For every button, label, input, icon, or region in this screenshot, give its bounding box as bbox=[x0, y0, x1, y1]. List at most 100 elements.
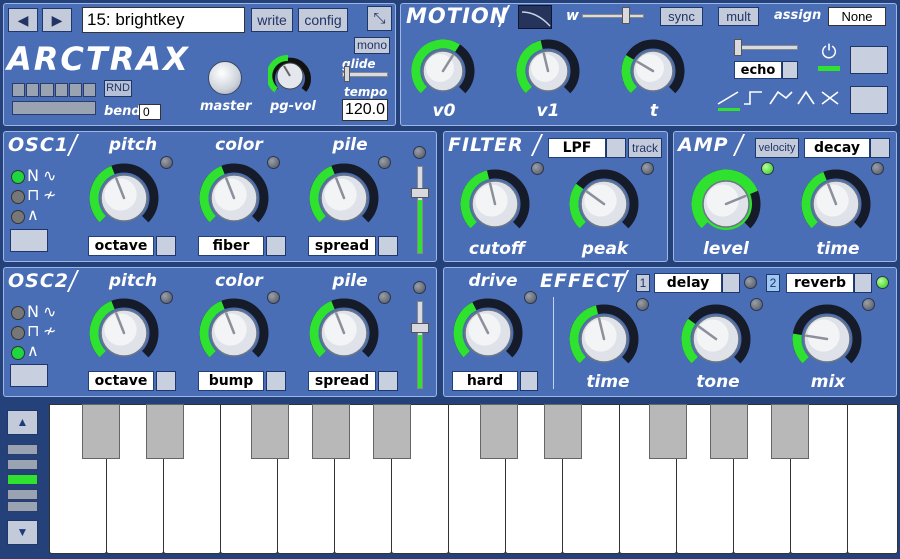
osc2-spread-toggle[interactable] bbox=[378, 371, 398, 391]
power-icon[interactable]: ⏻ bbox=[818, 42, 840, 64]
black-key[interactable] bbox=[544, 404, 582, 459]
keyboard[interactable] bbox=[49, 404, 898, 556]
motion-curve-display[interactable] bbox=[518, 5, 552, 29]
drive-mode-toggle[interactable] bbox=[520, 371, 538, 391]
mix-knob[interactable] bbox=[791, 303, 863, 380]
motion-aux-button-1[interactable] bbox=[850, 46, 888, 74]
black-key[interactable] bbox=[710, 404, 748, 459]
black-key[interactable] bbox=[82, 404, 120, 459]
config-button[interactable]: config bbox=[298, 8, 348, 32]
pg-vol-knob[interactable] bbox=[266, 54, 312, 98]
osc1-color-knob[interactable] bbox=[198, 162, 270, 239]
amp-time-knob[interactable] bbox=[800, 168, 872, 245]
master-knob[interactable] bbox=[208, 61, 242, 95]
write-button[interactable]: write bbox=[251, 8, 293, 32]
effect-slot-1-select[interactable]: delay bbox=[654, 273, 722, 293]
osc1-octave-toggle[interactable] bbox=[156, 236, 176, 256]
bend-value-field[interactable]: 0 bbox=[139, 104, 161, 120]
track-button[interactable]: track bbox=[628, 138, 662, 158]
bend-label: bend bbox=[104, 104, 141, 119]
level-knob[interactable] bbox=[690, 168, 762, 245]
octave-up-button[interactable]: ▲ bbox=[7, 410, 38, 435]
drive-label: drive bbox=[468, 271, 518, 291]
black-key[interactable] bbox=[649, 404, 687, 459]
osc2-bump-select[interactable]: bump bbox=[198, 371, 264, 391]
mult-button[interactable]: mult bbox=[718, 7, 759, 26]
osc1-title: OSC1 bbox=[8, 134, 69, 156]
osc1-aux-button[interactable] bbox=[10, 229, 48, 252]
assign-select[interactable]: None bbox=[828, 7, 886, 26]
rnd-button[interactable]: RND bbox=[104, 80, 132, 97]
mono-button[interactable]: mono bbox=[354, 37, 390, 54]
peak-knob[interactable] bbox=[568, 168, 640, 245]
effect-slot-2-led[interactable] bbox=[876, 276, 889, 289]
v1-knob[interactable] bbox=[515, 38, 581, 109]
osc2-color-knob[interactable] bbox=[198, 297, 270, 374]
collapse-icon[interactable]: ⤡ bbox=[367, 6, 392, 31]
osc1-spread-select[interactable]: spread bbox=[308, 236, 376, 256]
w-slider-thumb[interactable] bbox=[622, 7, 630, 24]
motion-aux-button-2[interactable] bbox=[850, 86, 888, 114]
black-key[interactable] bbox=[312, 404, 350, 459]
osc2-level-slider-thumb[interactable] bbox=[411, 323, 429, 333]
black-key[interactable] bbox=[251, 404, 289, 459]
osc1-spread-toggle[interactable] bbox=[378, 236, 398, 256]
pg-vol-label: pg-vol bbox=[270, 99, 316, 114]
fx-time-knob[interactable] bbox=[568, 303, 640, 380]
black-key[interactable] bbox=[373, 404, 411, 459]
effect-slot-1-toggle[interactable] bbox=[722, 273, 740, 293]
effect-slot-2-select[interactable]: reverb bbox=[786, 273, 854, 293]
osc1-pile-knob[interactable] bbox=[308, 162, 380, 239]
drive-mode-select[interactable]: hard bbox=[452, 371, 518, 391]
motion-depth-slider-thumb[interactable] bbox=[734, 39, 742, 56]
osc1-octave-select[interactable]: octave bbox=[88, 236, 154, 256]
echo-select[interactable]: echo bbox=[734, 61, 782, 79]
velocity-button[interactable]: velocity bbox=[755, 138, 799, 158]
black-key[interactable] bbox=[480, 404, 518, 459]
effect-slot-2-toggle[interactable] bbox=[854, 273, 872, 293]
effect-slot-1-led[interactable] bbox=[744, 276, 757, 289]
octave-down-button[interactable]: ▼ bbox=[7, 520, 38, 545]
osc1-fiber-select[interactable]: fiber bbox=[198, 236, 264, 256]
sync-button[interactable]: sync bbox=[660, 7, 703, 26]
osc2-aux-button[interactable] bbox=[10, 364, 48, 387]
w-slider[interactable] bbox=[582, 14, 644, 18]
tone-knob[interactable] bbox=[680, 303, 752, 380]
cutoff-knob[interactable] bbox=[459, 168, 531, 245]
next-preset-button[interactable]: ▶ bbox=[42, 8, 72, 32]
motion-shapes[interactable] bbox=[716, 86, 846, 112]
osc2-waveform-select[interactable]: Ν ∿ ⊓ ≁ ∧ bbox=[10, 303, 80, 363]
mix-led bbox=[862, 298, 875, 311]
osc1-waveform-select[interactable]: Ν ∿ ⊓ ≁ ∧ bbox=[10, 167, 80, 227]
preset-name-field[interactable]: 15: brightkey bbox=[82, 7, 245, 33]
v0-knob[interactable] bbox=[410, 38, 476, 109]
drive-knob[interactable] bbox=[452, 297, 524, 374]
white-key[interactable] bbox=[847, 404, 898, 554]
tempo-field[interactable]: 120.0 bbox=[342, 99, 388, 121]
osc2-octave-select[interactable]: octave bbox=[88, 371, 154, 391]
osc1-pitch-knob[interactable] bbox=[88, 162, 160, 239]
filter-type-select[interactable]: LPF bbox=[548, 138, 606, 158]
amp-env-toggle[interactable] bbox=[870, 138, 890, 158]
black-key[interactable] bbox=[146, 404, 184, 459]
osc2-spread-select[interactable]: spread bbox=[308, 371, 376, 391]
osc1-pitch-label: pitch bbox=[108, 135, 158, 155]
osc2-pitch-label: pitch bbox=[108, 271, 158, 291]
osc1-fiber-toggle[interactable] bbox=[266, 236, 286, 256]
t-knob[interactable] bbox=[620, 38, 686, 109]
osc1-level-slider-thumb[interactable] bbox=[411, 188, 429, 198]
osc2-octave-toggle[interactable] bbox=[156, 371, 176, 391]
osc2-pitch-knob[interactable] bbox=[88, 297, 160, 374]
level-label: level bbox=[703, 239, 749, 259]
glide-slider-thumb[interactable] bbox=[344, 66, 350, 82]
black-key[interactable] bbox=[771, 404, 809, 459]
prev-preset-button[interactable]: ◀ bbox=[8, 8, 38, 32]
filter-type-toggle[interactable] bbox=[606, 138, 626, 158]
motion-depth-slider[interactable] bbox=[734, 45, 798, 50]
echo-toggle[interactable] bbox=[782, 61, 798, 79]
osc2-bump-toggle[interactable] bbox=[266, 371, 286, 391]
osc2-level-fill bbox=[418, 335, 422, 388]
amp-env-select[interactable]: decay bbox=[804, 138, 870, 158]
osc2-pile-knob[interactable] bbox=[308, 297, 380, 374]
master-label: master bbox=[200, 99, 252, 114]
